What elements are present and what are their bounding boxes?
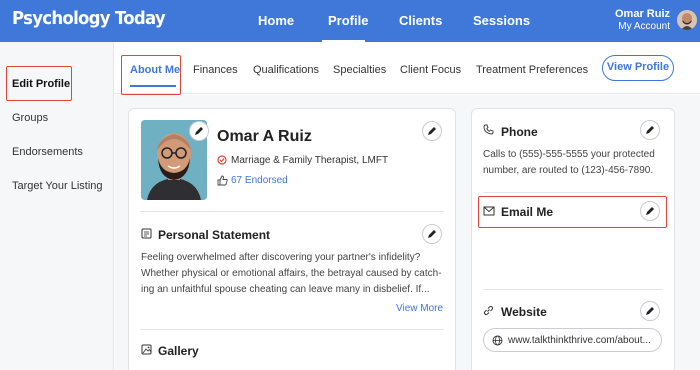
document-icon: [141, 228, 152, 239]
phone-description-line: number, are routed to (123)-456-7890.: [483, 165, 654, 176]
divider: [483, 192, 663, 193]
pencil-icon: [428, 230, 436, 238]
sidebar-item-edit-profile[interactable]: Edit Profile: [12, 78, 70, 90]
nav-profile[interactable]: Profile: [328, 13, 368, 28]
edit-statement-button[interactable]: [422, 224, 442, 244]
globe-icon: [492, 335, 503, 346]
edit-email-button[interactable]: [640, 201, 660, 221]
nav-home[interactable]: Home: [258, 13, 294, 28]
edit-photo-button[interactable]: [189, 121, 209, 141]
website-url-field[interactable]: www.talkthinkthrive.com/about...: [483, 328, 662, 352]
email-me-title: Email Me: [501, 205, 554, 219]
tab-about-me[interactable]: About Me: [130, 64, 180, 76]
statement-line: Whether physical or emotional affairs, t…: [141, 268, 442, 279]
envelope-icon: [483, 206, 495, 216]
site-logo[interactable]: Psychology Today: [12, 8, 166, 29]
nav-sessions[interactable]: Sessions: [473, 13, 530, 28]
avatar[interactable]: [677, 10, 697, 30]
website-title: Website: [501, 305, 547, 319]
pencil-icon: [646, 126, 654, 134]
pencil-icon: [195, 127, 203, 135]
tab-active-indicator: [130, 85, 176, 87]
phone-title: Phone: [501, 125, 538, 139]
sidebar-item-groups[interactable]: Groups: [12, 112, 48, 124]
profession-label: Marriage & Family Therapist, LMFT: [231, 155, 389, 166]
tab-treatment-preferences[interactable]: Treatment Preferences: [476, 64, 588, 76]
view-profile-button[interactable]: View Profile: [602, 55, 674, 81]
divider: [483, 289, 663, 290]
verified-icon: [217, 155, 227, 165]
edit-phone-button[interactable]: [640, 120, 660, 140]
my-account-link[interactable]: My Account: [618, 21, 670, 32]
edit-name-button[interactable]: [422, 121, 442, 141]
tab-specialties[interactable]: Specialties: [333, 64, 386, 76]
pencil-icon: [646, 307, 654, 315]
tab-finances[interactable]: Finances: [193, 64, 238, 76]
nav-clients[interactable]: Clients: [399, 13, 442, 28]
link-icon: [483, 305, 494, 316]
sidebar-item-target-listing[interactable]: Target Your Listing: [12, 180, 103, 192]
phone-description-line: Calls to (555)-555-5555 your protected: [483, 149, 655, 160]
gallery-title: Gallery: [158, 344, 199, 358]
personal-statement-title: Personal Statement: [158, 228, 271, 242]
view-more-link[interactable]: View More: [396, 303, 443, 314]
pencil-icon: [428, 127, 436, 135]
image-icon: [141, 344, 152, 355]
tab-client-focus[interactable]: Client Focus: [400, 64, 461, 76]
thumbs-up-icon: [217, 175, 228, 186]
profile-name: Omar A Ruiz: [217, 128, 312, 145]
edit-website-button[interactable]: [640, 301, 660, 321]
phone-icon: [483, 124, 494, 135]
endorsed-link[interactable]: 67 Endorsed: [231, 175, 288, 186]
statement-line: Feeling overwhelmed after discovering yo…: [141, 252, 421, 263]
divider: [140, 211, 444, 212]
statement-line: ing an unfaithful spouse cheating can le…: [141, 284, 430, 295]
tab-qualifications[interactable]: Qualifications: [253, 64, 319, 76]
sidebar-item-endorsements[interactable]: Endorsements: [12, 146, 83, 158]
divider: [140, 329, 444, 330]
website-url: www.talkthinkthrive.com/about...: [508, 335, 651, 346]
pencil-icon: [646, 207, 654, 215]
top-navigation-bar: Psychology Today Home Profile Clients Se…: [0, 0, 700, 42]
user-name[interactable]: Omar Ruiz: [615, 8, 670, 20]
